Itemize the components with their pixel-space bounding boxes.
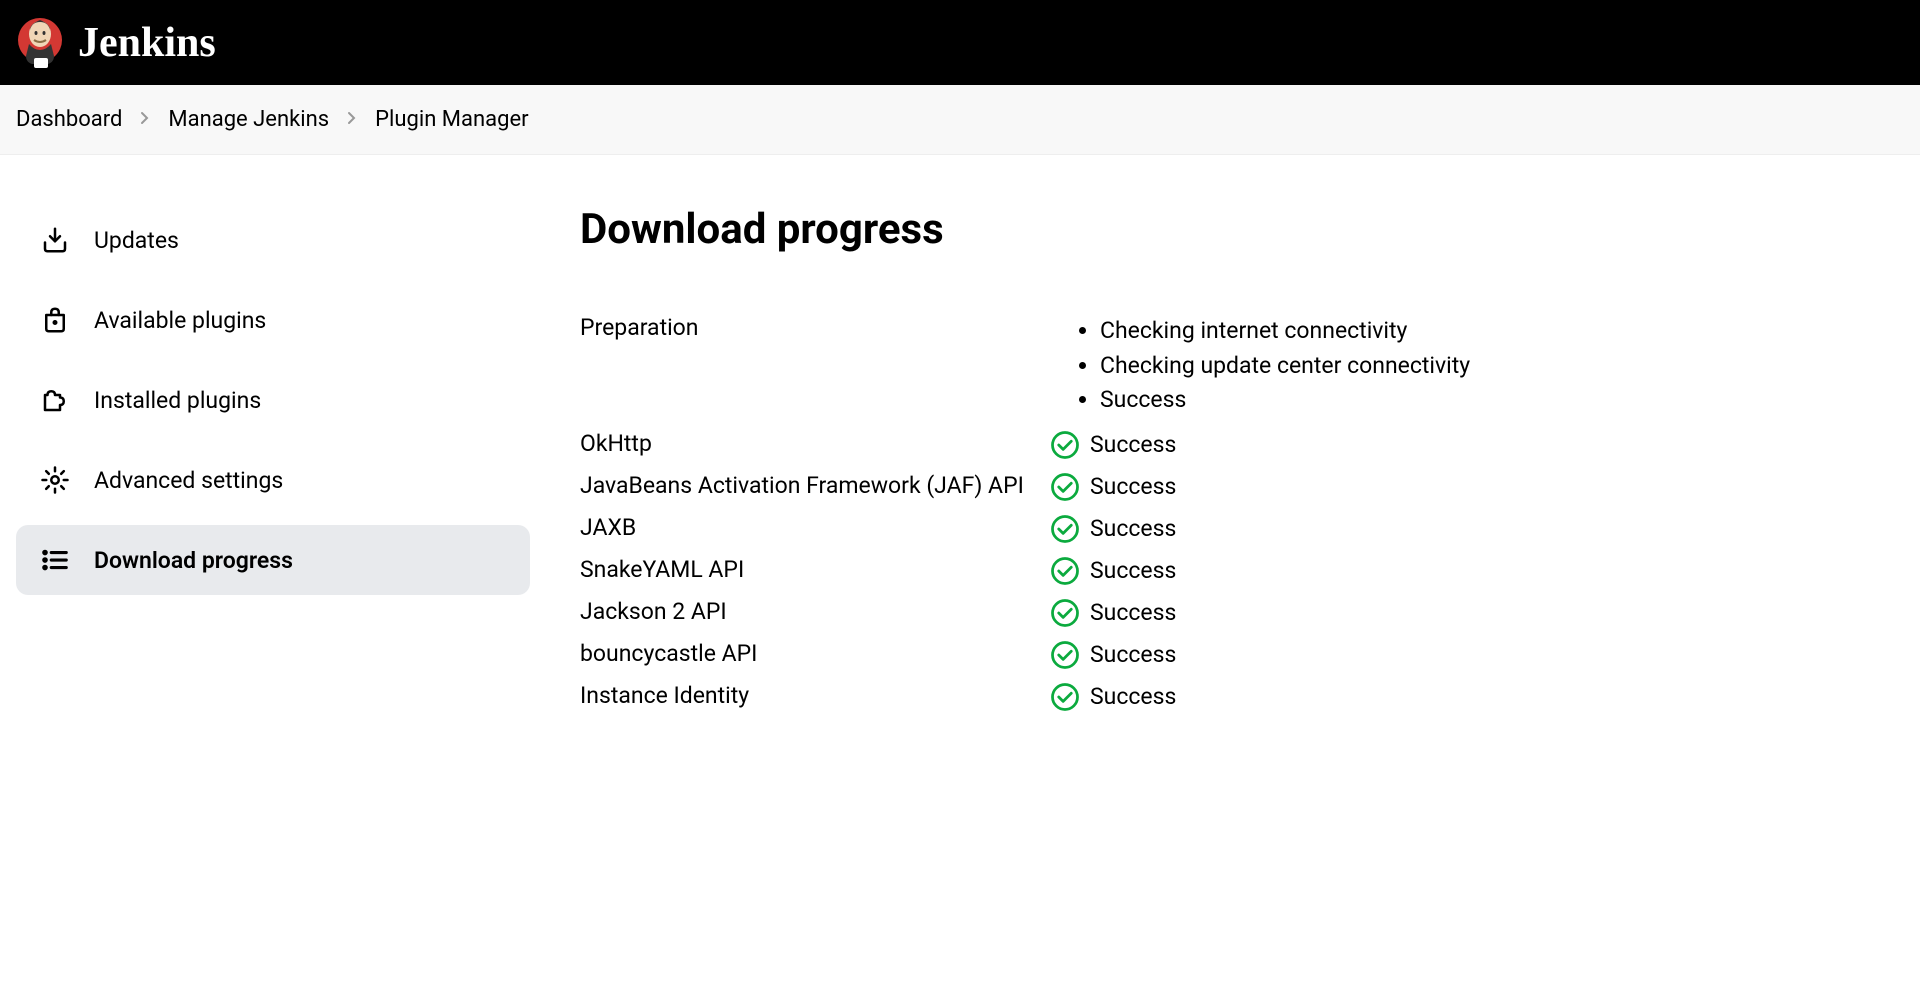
jenkins-logo-icon (16, 16, 64, 70)
bag-icon (40, 305, 70, 335)
progress-table: Preparation Checking internet connectivi… (580, 314, 1920, 724)
download-icon (40, 225, 70, 255)
plugin-row: bouncycastle API Success (580, 640, 1920, 682)
content-area: Updates Available plugins Installed plug… (0, 155, 1920, 724)
breadcrumb-dashboard[interactable]: Dashboard (16, 107, 122, 132)
check-circle-icon (1050, 682, 1080, 712)
preparation-step: Success (1100, 383, 1920, 418)
sidebar-item-label: Available plugins (94, 307, 266, 334)
sidebar: Updates Available plugins Installed plug… (0, 205, 560, 724)
main-panel: Download progress Preparation Checking i… (560, 205, 1920, 724)
sidebar-item-label: Download progress (94, 547, 293, 574)
preparation-steps: Checking internet connectivity Checking … (1050, 314, 1920, 418)
chevron-right-icon (347, 109, 357, 130)
plugin-status: Success (1090, 557, 1176, 584)
check-circle-icon (1050, 514, 1080, 544)
plugin-row: OkHttp Success (580, 430, 1920, 472)
plugin-name: OkHttp (580, 430, 1050, 472)
check-circle-icon (1050, 556, 1080, 586)
plugin-row: Jackson 2 API Success (580, 598, 1920, 640)
sidebar-item-updates[interactable]: Updates (16, 205, 530, 275)
puzzle-icon (40, 385, 70, 415)
breadcrumb: Dashboard Manage Jenkins Plugin Manager (0, 85, 1920, 155)
check-circle-icon (1050, 640, 1080, 670)
plugin-status: Success (1090, 473, 1176, 500)
header: Jenkins (0, 0, 1920, 85)
plugin-status: Success (1090, 641, 1176, 668)
plugin-row: SnakeYAML API Success (580, 556, 1920, 598)
check-circle-icon (1050, 472, 1080, 502)
preparation-row: Preparation Checking internet connectivi… (580, 314, 1920, 430)
gear-icon (40, 465, 70, 495)
plugin-row: JavaBeans Activation Framework (JAF) API… (580, 472, 1920, 514)
check-circle-icon (1050, 598, 1080, 628)
check-circle-icon (1050, 430, 1080, 460)
sidebar-item-advanced-settings[interactable]: Advanced settings (16, 445, 530, 515)
plugin-name: JavaBeans Activation Framework (JAF) API (580, 472, 1050, 514)
sidebar-item-installed-plugins[interactable]: Installed plugins (16, 365, 530, 435)
plugin-row: JAXB Success (580, 514, 1920, 556)
logo-link[interactable]: Jenkins (16, 16, 216, 70)
list-icon (40, 545, 70, 575)
plugin-status: Success (1090, 515, 1176, 542)
plugin-name: bouncycastle API (580, 640, 1050, 682)
plugin-status: Success (1090, 431, 1176, 458)
chevron-right-icon (140, 109, 150, 130)
preparation-step: Checking update center connectivity (1100, 349, 1920, 384)
sidebar-item-label: Installed plugins (94, 387, 261, 414)
sidebar-item-download-progress[interactable]: Download progress (16, 525, 530, 595)
plugin-name: Instance Identity (580, 682, 1050, 724)
preparation-status: Checking internet connectivity Checking … (1050, 314, 1920, 430)
preparation-step: Checking internet connectivity (1100, 314, 1920, 349)
breadcrumb-plugin-manager[interactable]: Plugin Manager (375, 107, 528, 132)
breadcrumb-manage-jenkins[interactable]: Manage Jenkins (168, 107, 329, 132)
plugin-status: Success (1090, 599, 1176, 626)
plugin-row: Instance Identity Success (580, 682, 1920, 724)
plugin-name: Jackson 2 API (580, 598, 1050, 640)
sidebar-item-label: Updates (94, 227, 179, 254)
plugin-name: JAXB (580, 514, 1050, 556)
plugin-status: Success (1090, 683, 1176, 710)
plugin-name: SnakeYAML API (580, 556, 1050, 598)
sidebar-item-label: Advanced settings (94, 467, 283, 494)
page-title: Download progress (580, 205, 1920, 254)
brand-name: Jenkins (78, 19, 216, 67)
sidebar-item-available-plugins[interactable]: Available plugins (16, 285, 530, 355)
preparation-label: Preparation (580, 314, 1050, 430)
